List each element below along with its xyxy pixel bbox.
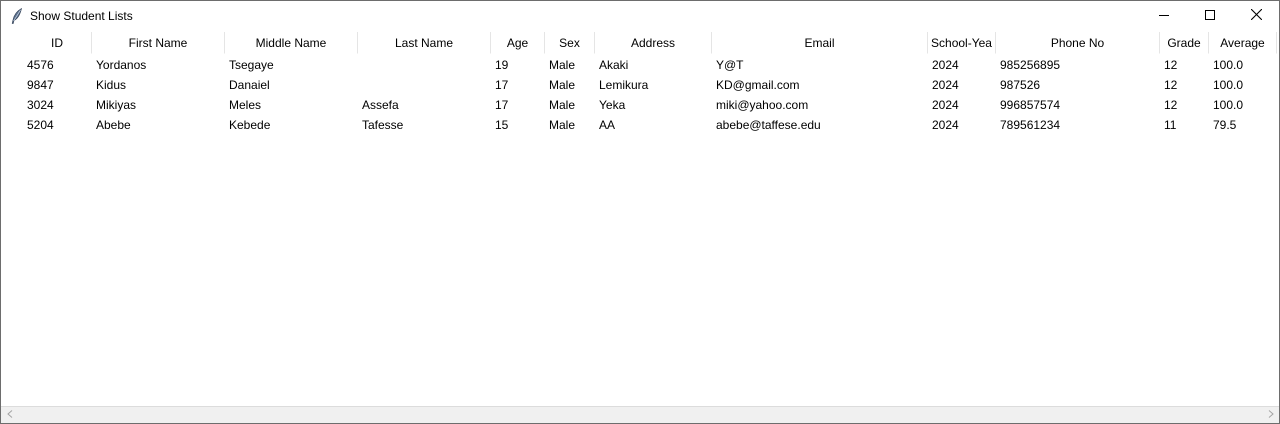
- cell-id: 5204: [27, 118, 54, 132]
- cell-middle-name: Tsegaye: [229, 58, 274, 72]
- maximize-button[interactable]: [1187, 1, 1233, 31]
- cell-email: miki@yahoo.com: [716, 98, 809, 112]
- scroll-left-button[interactable]: [1, 407, 18, 423]
- column-header-grade[interactable]: Grade: [1160, 32, 1209, 54]
- cell-phone-no: 985256895: [1000, 58, 1061, 72]
- scroll-right-button[interactable]: [1262, 407, 1279, 423]
- cell-grade: 12: [1164, 98, 1178, 112]
- cell-school-year: 2024: [932, 58, 959, 72]
- cell-average: 100.0: [1213, 58, 1244, 72]
- cell-address: Akaki: [599, 58, 629, 72]
- cell-age: 17: [495, 78, 509, 92]
- column-header-age[interactable]: Age: [491, 32, 545, 54]
- table-row[interactable]: 4576 Yordanos Tsegaye 19 Male Akaki Y@T …: [23, 55, 1277, 75]
- cell-first-name: Yordanos: [96, 58, 147, 72]
- cell-first-name: Mikiyas: [96, 98, 137, 112]
- cell-first-name: Abebe: [96, 118, 131, 132]
- cell-sex: Male: [549, 118, 576, 132]
- table-body: 4576 Yordanos Tsegaye 19 Male Akaki Y@T …: [23, 55, 1277, 135]
- cell-sex: Male: [549, 98, 576, 112]
- column-header-address[interactable]: Address: [595, 32, 712, 54]
- cell-address: Yeka: [599, 98, 626, 112]
- cell-age: 15: [495, 118, 509, 132]
- cell-first-name: Kidus: [96, 78, 127, 92]
- cell-school-year: 2024: [932, 78, 959, 92]
- cell-email: Y@T: [716, 58, 744, 72]
- close-button[interactable]: [1233, 1, 1279, 31]
- cell-phone-no: 996857574: [1000, 98, 1061, 112]
- minimize-button[interactable]: [1141, 1, 1187, 31]
- cell-sex: Male: [549, 78, 576, 92]
- feather-icon: [11, 7, 23, 24]
- cell-grade: 11: [1164, 118, 1177, 132]
- cell-average: 100.0: [1213, 78, 1244, 92]
- cell-id: 3024: [27, 98, 54, 112]
- minimize-icon: [1159, 9, 1169, 23]
- column-header-middle-name[interactable]: Middle Name: [225, 32, 358, 54]
- close-icon: [1250, 8, 1262, 23]
- column-header-average[interactable]: Average: [1209, 32, 1277, 54]
- column-header-phone-no[interactable]: Phone No: [996, 32, 1160, 54]
- cell-average: 79.5: [1213, 118, 1237, 132]
- table-row[interactable]: 3024 Mikiyas Meles Assefa 17 Male Yeka m…: [23, 95, 1277, 115]
- scrollbar-track[interactable]: [18, 407, 1262, 423]
- column-header-id[interactable]: ID: [23, 32, 92, 54]
- cell-phone-no: 789561234: [1000, 118, 1061, 132]
- cell-email: abebe@taffese.edu: [716, 118, 821, 132]
- table-row[interactable]: 5204 Abebe Kebede Tafesse 15 Male AA abe…: [23, 115, 1277, 135]
- cell-grade: 12: [1164, 78, 1178, 92]
- horizontal-scrollbar[interactable]: [1, 406, 1279, 423]
- cell-email: KD@gmail.com: [716, 78, 800, 92]
- window-title: Show Student Lists: [30, 9, 133, 23]
- cell-last-name: [358, 55, 491, 75]
- student-list-window: Show Student Lists ID First Name Middle …: [0, 0, 1280, 424]
- column-header-school-year[interactable]: School-Yea: [928, 32, 996, 54]
- cell-last-name: Tafesse: [362, 118, 404, 132]
- cell-middle-name: Meles: [229, 98, 262, 112]
- cell-grade: 12: [1164, 58, 1178, 72]
- cell-school-year: 2024: [932, 118, 959, 132]
- cell-last-name: Assefa: [362, 98, 399, 112]
- table-row[interactable]: 9847 Kidus Danaiel 17 Male Lemikura KD@g…: [23, 75, 1277, 95]
- title-bar[interactable]: Show Student Lists: [1, 1, 1279, 31]
- column-header-email[interactable]: Email: [712, 32, 928, 54]
- column-header-last-name[interactable]: Last Name: [358, 32, 491, 54]
- table-header: ID First Name Middle Name Last Name Age …: [23, 32, 1277, 54]
- scroll-right-icon: [1268, 409, 1274, 421]
- cell-school-year: 2024: [932, 98, 959, 112]
- scroll-left-icon: [6, 409, 13, 421]
- cell-phone-no: 987526: [1000, 78, 1041, 92]
- cell-sex: Male: [549, 58, 576, 72]
- cell-last-name: [358, 75, 491, 95]
- cell-middle-name: Danaiel: [229, 78, 270, 92]
- cell-address: AA: [599, 118, 616, 132]
- cell-middle-name: Kebede: [229, 118, 271, 132]
- student-table[interactable]: ID First Name Middle Name Last Name Age …: [23, 32, 1279, 406]
- cell-id: 4576: [27, 58, 54, 72]
- cell-average: 100.0: [1213, 98, 1244, 112]
- column-header-first-name[interactable]: First Name: [92, 32, 225, 54]
- cell-id: 9847: [27, 78, 54, 92]
- cell-address: Lemikura: [599, 78, 649, 92]
- cell-age: 19: [495, 58, 509, 72]
- maximize-icon: [1205, 9, 1215, 23]
- column-header-sex[interactable]: Sex: [545, 32, 595, 54]
- cell-age: 17: [495, 98, 509, 112]
- tree-left-margin: [1, 32, 23, 406]
